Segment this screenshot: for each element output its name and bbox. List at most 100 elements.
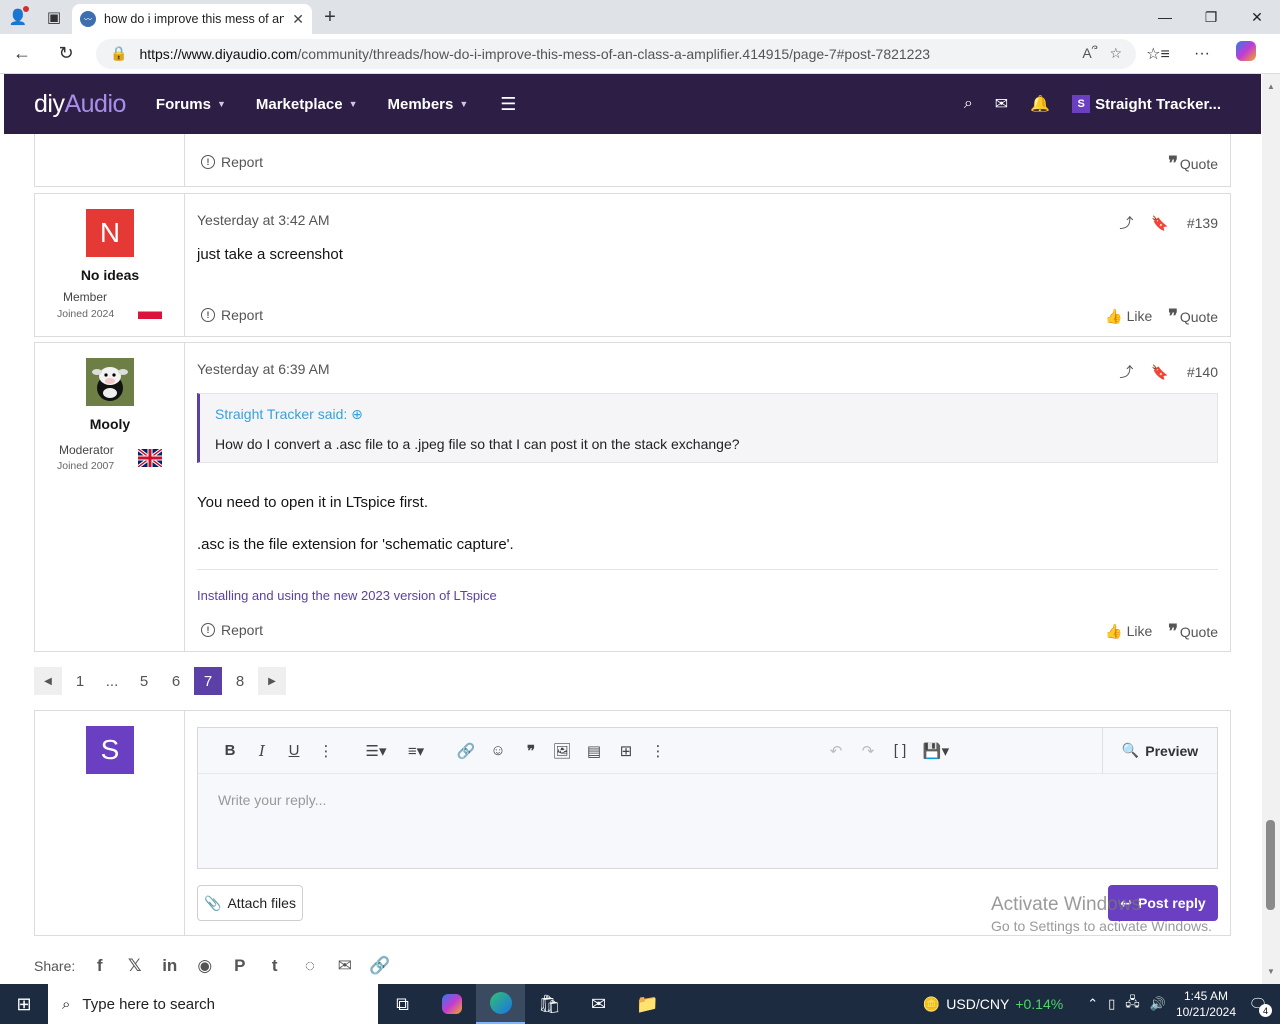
- currency-ticker[interactable]: 🪙 USD/CNY +0.14%: [923, 996, 1063, 1013]
- prev-page-button[interactable]: ◀: [34, 667, 62, 695]
- quote-button[interactable]: ❞ Quote: [1168, 621, 1218, 642]
- facebook-icon[interactable]: f: [89, 956, 110, 976]
- store-icon[interactable]: 🛍: [525, 984, 574, 1024]
- avatar[interactable]: S: [86, 726, 134, 774]
- page-5[interactable]: 5: [130, 667, 158, 695]
- link-icon[interactable]: 🔗: [369, 956, 390, 976]
- attach-files-button[interactable]: 📎 Attach files: [197, 885, 303, 921]
- tab-actions-icon[interactable]: ▣: [36, 0, 72, 34]
- task-view-icon[interactable]: ⧉: [378, 984, 427, 1024]
- page-ellipsis[interactable]: ...: [98, 667, 126, 695]
- profile-icon[interactable]: 👤: [0, 0, 36, 34]
- pinterest-icon[interactable]: P: [229, 956, 250, 976]
- email-icon[interactable]: ✉: [334, 956, 355, 976]
- reply-input[interactable]: Write your reply...: [198, 774, 1217, 868]
- nav-forums[interactable]: Forums ▼: [156, 96, 226, 113]
- more-insert-options-icon[interactable]: ⋮: [642, 742, 674, 760]
- edge-browser-icon[interactable]: [476, 984, 525, 1024]
- avatar[interactable]: [86, 358, 134, 406]
- favorite-star-icon[interactable]: ☆: [1109, 45, 1122, 62]
- align-dropdown-icon[interactable]: ≡▾: [396, 742, 436, 760]
- quote-icon[interactable]: ❞: [514, 742, 546, 760]
- bookmark-icon[interactable]: 🔖: [1151, 364, 1168, 381]
- page-6[interactable]: 6: [162, 667, 190, 695]
- minimize-icon[interactable]: —: [1142, 9, 1188, 26]
- next-page-button[interactable]: ▶: [258, 667, 286, 695]
- back-button[interactable]: ←: [0, 43, 44, 64]
- nav-members[interactable]: Members ▼: [388, 96, 469, 113]
- copilot-icon[interactable]: [1224, 41, 1268, 66]
- refresh-button[interactable]: ↻: [44, 43, 88, 64]
- post-date[interactable]: Yesterday at 3:42 AM: [197, 212, 330, 228]
- account-menu[interactable]: S Straight Tracker...: [1072, 95, 1221, 113]
- report-link[interactable]: ! Report: [201, 154, 263, 170]
- scroll-up-icon[interactable]: ▲: [1267, 82, 1275, 91]
- signature-link[interactable]: Installing and using the new 2023 versio…: [197, 588, 497, 603]
- link-icon[interactable]: 🔗: [450, 742, 482, 760]
- page-8[interactable]: 8: [226, 667, 254, 695]
- taskbar-search[interactable]: ⌕ Type here to search: [48, 984, 378, 1024]
- quote-author[interactable]: Straight Tracker said: ⊕: [215, 406, 363, 423]
- report-link[interactable]: ! Report: [201, 622, 263, 638]
- bbcode-toggle-icon[interactable]: [ ]: [884, 742, 916, 760]
- more-options-icon[interactable]: ···: [1180, 45, 1224, 63]
- preview-button[interactable]: 🔍 Preview: [1102, 727, 1217, 774]
- avatar[interactable]: N: [86, 209, 134, 257]
- mail-icon[interactable]: ✉: [574, 984, 623, 1024]
- close-tab-icon[interactable]: ✕: [292, 11, 304, 28]
- redo-icon[interactable]: ↷: [852, 742, 884, 760]
- network-icon[interactable]: 🖧: [1125, 993, 1140, 1015]
- volume-icon[interactable]: 🔊: [1150, 996, 1166, 1012]
- search-icon[interactable]: ⌕: [964, 95, 973, 113]
- emoji-icon[interactable]: ☺: [482, 742, 514, 759]
- list-dropdown-icon[interactable]: ☰▾: [356, 742, 396, 760]
- share-icon[interactable]: ⤴: [1119, 213, 1133, 233]
- bookmark-icon[interactable]: 🔖: [1151, 215, 1168, 232]
- scrollbar-thumb[interactable]: [1266, 820, 1275, 910]
- page-7-current[interactable]: 7: [194, 667, 222, 695]
- quote-button[interactable]: ❞ Quote: [1168, 153, 1218, 174]
- favorites-icon[interactable]: ☆≡: [1136, 44, 1180, 64]
- username[interactable]: Mooly: [35, 416, 185, 432]
- notification-center-icon[interactable]: 🗨 4: [1246, 995, 1272, 1017]
- tumblr-icon[interactable]: t: [264, 956, 285, 976]
- drafts-dropdown-icon[interactable]: 💾▾: [916, 742, 956, 760]
- more-text-options-icon[interactable]: ⋮: [310, 742, 342, 760]
- browser-tab[interactable]: 〰 how do i improve this mess of an ✕: [72, 4, 312, 34]
- undo-icon[interactable]: ↶: [820, 742, 852, 760]
- restore-icon[interactable]: ❐: [1188, 9, 1234, 26]
- table-icon[interactable]: ⊞: [610, 742, 642, 760]
- bold-icon[interactable]: B: [214, 742, 246, 759]
- page-scrollbar[interactable]: ▲ ▼: [1262, 74, 1280, 984]
- reddit-icon[interactable]: ◉: [194, 956, 215, 976]
- share-icon[interactable]: ⤴: [1119, 362, 1133, 382]
- whatsapp-icon[interactable]: ◌: [299, 956, 320, 976]
- chevron-up-icon[interactable]: ⌃: [1087, 996, 1098, 1012]
- image-icon[interactable]: 🖼: [546, 742, 578, 760]
- quote-button[interactable]: ❞ Quote: [1168, 306, 1218, 327]
- post-date[interactable]: Yesterday at 6:39 AM: [197, 361, 330, 377]
- url-field[interactable]: 🔒 https://www.diyaudio.com/community/thr…: [96, 38, 1136, 69]
- report-link[interactable]: ! Report: [201, 307, 263, 323]
- read-aloud-icon[interactable]: A՞: [1082, 45, 1097, 62]
- new-tab-button[interactable]: +: [312, 6, 348, 29]
- lock-icon[interactable]: 🔒: [110, 45, 127, 62]
- page-1[interactable]: 1: [66, 667, 94, 695]
- inbox-icon[interactable]: ✉: [995, 94, 1008, 114]
- underline-icon[interactable]: U: [278, 742, 310, 759]
- media-icon[interactable]: ▤: [578, 742, 610, 760]
- windows-start-icon[interactable]: ⊞: [0, 994, 48, 1015]
- jump-to-quote-icon[interactable]: ⊕: [351, 406, 363, 422]
- like-button[interactable]: 👍 Like: [1105, 623, 1152, 640]
- list-menu-icon[interactable]: ☰: [500, 94, 516, 115]
- clock[interactable]: 1:45 AM 10/21/2024: [1176, 988, 1236, 1020]
- close-window-icon[interactable]: ✕: [1234, 9, 1280, 26]
- post-number[interactable]: #139: [1187, 215, 1218, 231]
- site-logo[interactable]: diyAudio: [34, 90, 126, 119]
- scroll-down-icon[interactable]: ▼: [1267, 967, 1275, 976]
- username[interactable]: No ideas: [35, 267, 185, 283]
- x-icon[interactable]: 𝕏: [124, 956, 145, 976]
- device-icon[interactable]: ▯: [1108, 996, 1115, 1012]
- bell-icon[interactable]: 🔔: [1030, 94, 1050, 114]
- like-button[interactable]: 👍 Like: [1105, 308, 1152, 325]
